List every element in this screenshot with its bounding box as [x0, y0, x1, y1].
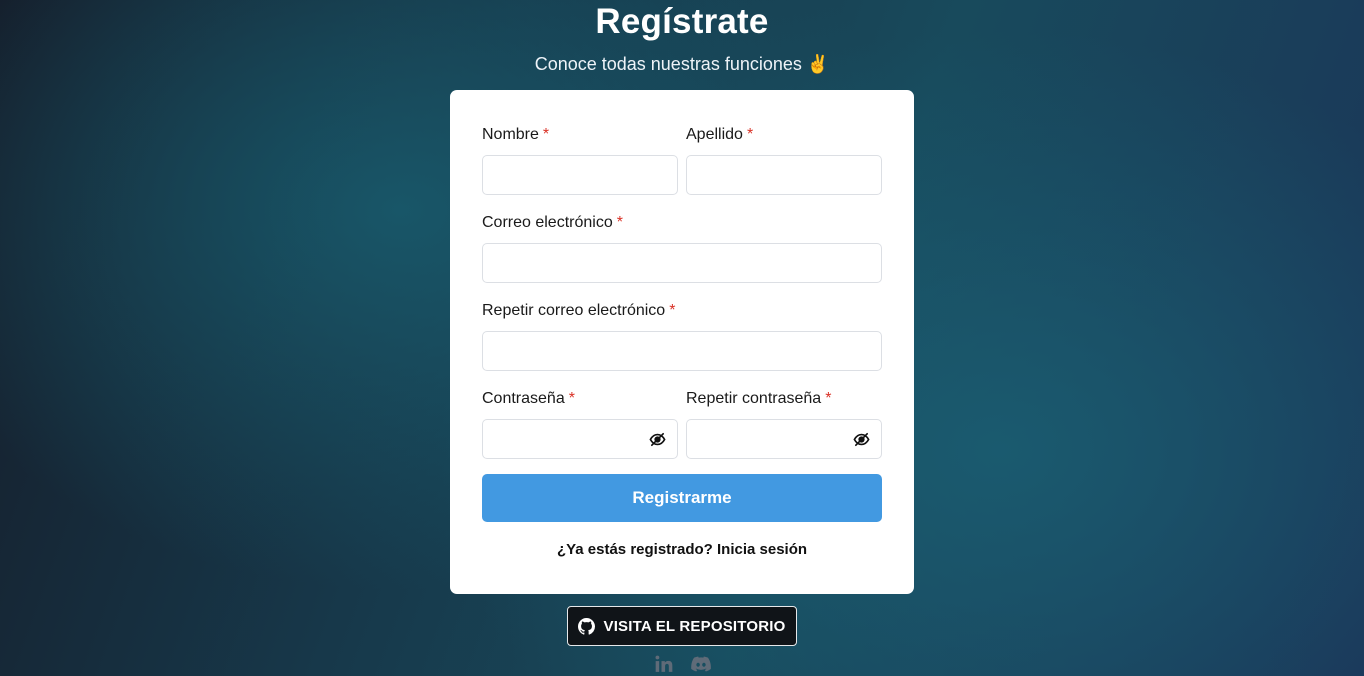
email-input[interactable]: [482, 243, 882, 283]
email-repeat-input[interactable]: [482, 331, 882, 371]
last-name-field: Apellido *: [686, 125, 882, 195]
email-repeat-field: Repetir correo electrónico *: [482, 301, 882, 371]
password-field: Contraseña *: [482, 389, 678, 459]
visit-repository-label: VISITA EL REPOSITORIO: [603, 617, 786, 635]
eye-slash-icon[interactable]: [853, 431, 870, 448]
email-field: Correo electrónico *: [482, 213, 882, 283]
required-mark: *: [746, 126, 754, 143]
email-label: Correo electrónico *: [482, 214, 623, 231]
visit-repository-button[interactable]: VISITA EL REPOSITORIO: [567, 606, 797, 646]
password-repeat-field: Repetir contraseña *: [686, 389, 882, 459]
first-name-field: Nombre *: [482, 125, 678, 195]
eye-slash-icon[interactable]: [649, 431, 666, 448]
page-subtitle: Conoce todas nuestras funciones ✌️: [534, 54, 830, 74]
login-link[interactable]: ¿Ya estás registrado? Inicia sesión: [450, 541, 914, 558]
github-icon: [578, 617, 596, 635]
first-name-label: Nombre *: [482, 126, 550, 143]
last-name-input[interactable]: [686, 155, 882, 195]
first-name-input[interactable]: [482, 155, 678, 195]
password-repeat-input[interactable]: [686, 419, 882, 459]
password-input[interactable]: [482, 419, 678, 459]
email-repeat-label: Repetir correo electrónico *: [482, 302, 676, 319]
password-repeat-label: Repetir contraseña *: [686, 390, 832, 407]
register-card: Nombre * Apellido * Correo electrónico * Re…: [450, 90, 914, 594]
required-mark: *: [568, 390, 575, 407]
required-mark: *: [616, 214, 623, 231]
last-name-label: Apellido *: [686, 126, 754, 143]
required-mark: *: [825, 390, 832, 407]
required-mark: *: [669, 302, 676, 319]
page-title: Regístrate: [595, 2, 769, 41]
password-label: Contraseña *: [482, 390, 575, 407]
linkedin-icon[interactable]: [654, 654, 674, 674]
register-button[interactable]: Registrarme: [482, 474, 882, 522]
discord-icon[interactable]: [690, 654, 712, 674]
required-mark: *: [542, 126, 550, 143]
